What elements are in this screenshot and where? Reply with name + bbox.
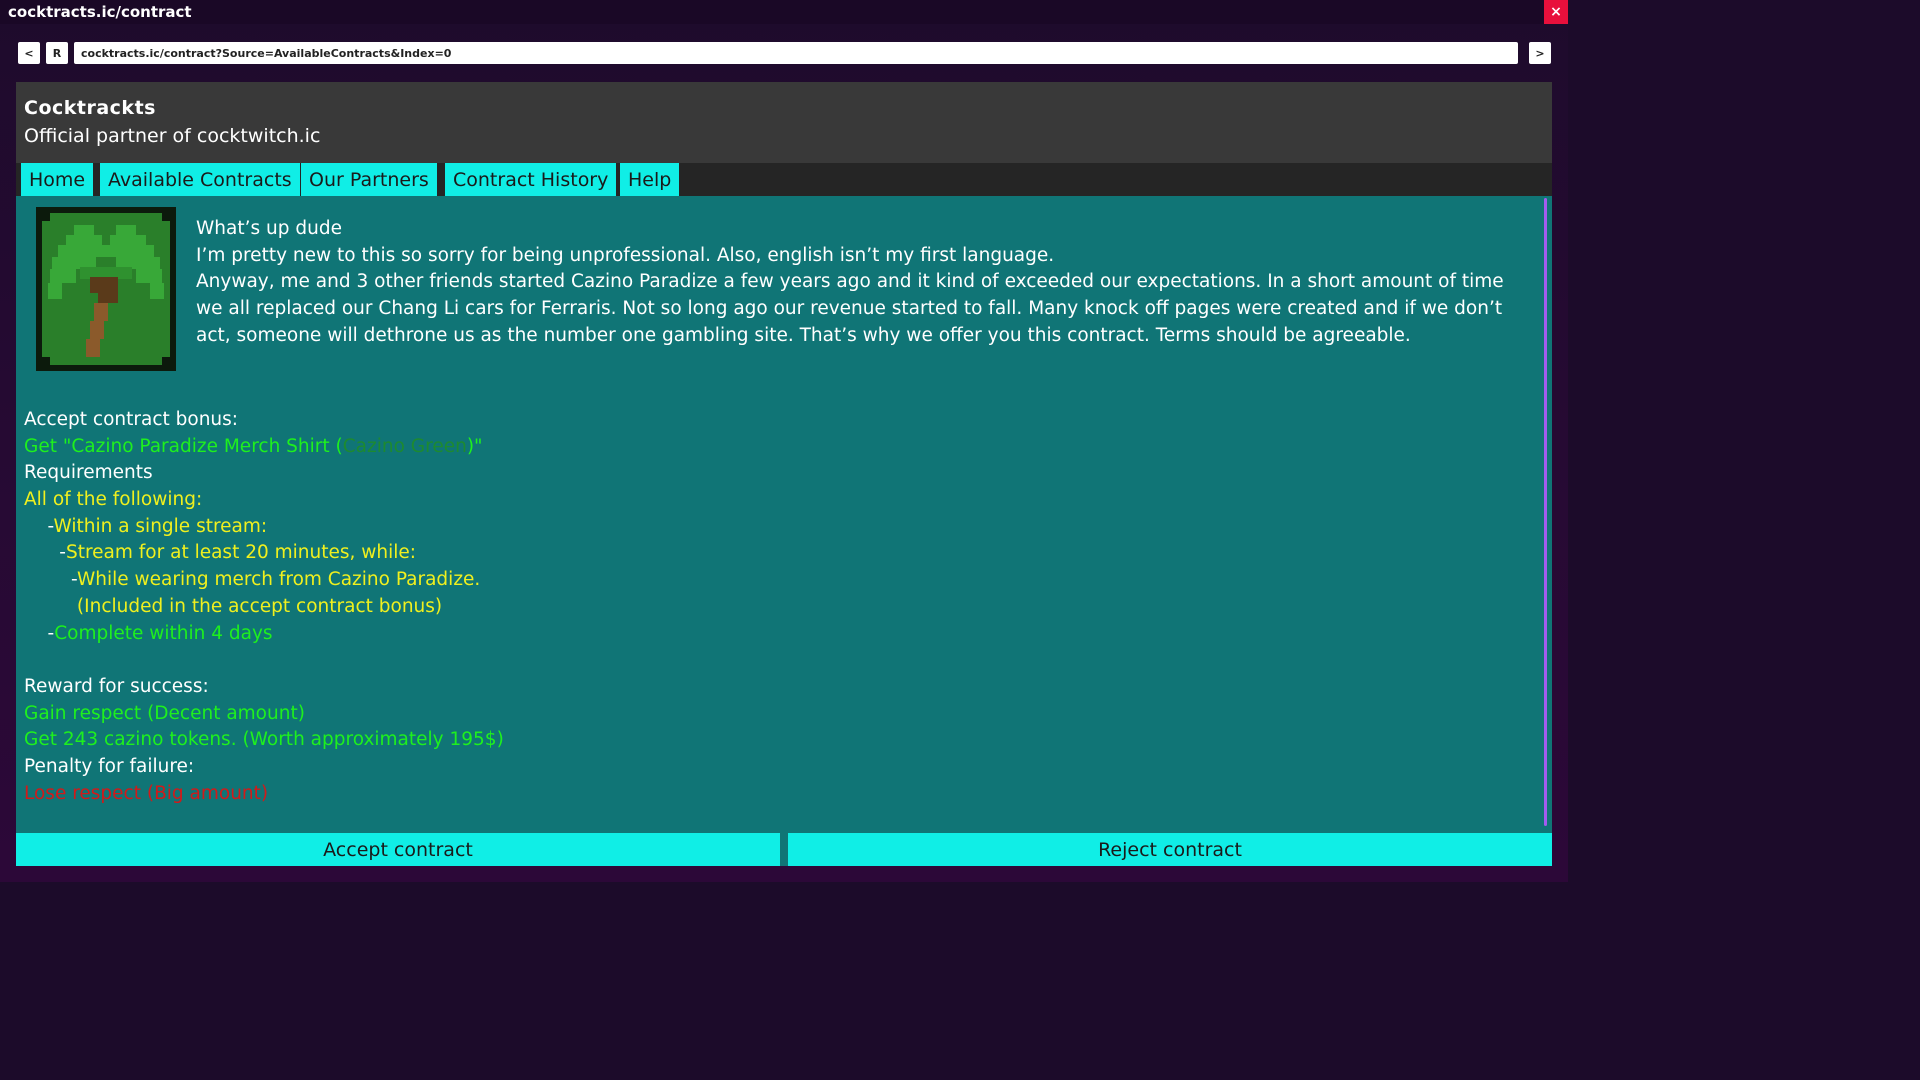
dash: - [24, 622, 55, 644]
close-icon: × [1550, 4, 1562, 20]
nav-help[interactable]: Help [620, 163, 680, 196]
back-button[interactable]: < [18, 42, 40, 64]
nav-contract-history[interactable]: Contract History [445, 163, 617, 196]
reject-contract-button[interactable]: Reject contract [788, 833, 1552, 866]
content-scrollbar[interactable] [1544, 198, 1547, 826]
contract-details: Accept contract bonus: Get "Cazino Parad… [24, 407, 1024, 807]
requirements-heading: Requirements [24, 462, 153, 484]
requirement-text: While wearing merch from Cazino Paradize… [76, 569, 481, 591]
bonus-suffix: )" [466, 435, 483, 457]
address-bar[interactable] [74, 42, 1518, 64]
forward-icon: > [1535, 46, 1545, 60]
requirement-text: Complete within 4 days [54, 622, 273, 644]
requirement-wear-merch: -While wearing merch from Cazino Paradiz… [24, 567, 1024, 594]
reload-icon: R [52, 46, 62, 60]
palm-tree-icon [36, 207, 176, 371]
bonus-item: Get "Cazino Paradize Merch Shirt (Cazino… [24, 434, 1024, 461]
window-title: cocktracts.ic/contract [8, 3, 192, 21]
forward-button[interactable]: > [1529, 42, 1551, 64]
requirement-merch-note: (Included in the accept contract bonus) [24, 595, 443, 617]
requirement-deadline: -Complete within 4 days [24, 621, 1024, 648]
accept-contract-button[interactable]: Accept contract [16, 833, 780, 866]
title-bar: cocktracts.ic/contract × [0, 0, 1568, 24]
browser-window: cocktracts.ic/contract × < R > Cocktrack… [0, 0, 1568, 882]
back-icon: < [24, 46, 34, 60]
site-title: Cocktrackts [24, 97, 156, 119]
nav-available-contracts[interactable]: Available Contracts [100, 163, 300, 196]
site-subtitle: Official partner of cocktwitch.ic [24, 125, 321, 147]
penalty-respect: Lose respect (Big amount) [24, 782, 269, 804]
requirement-stream-duration: -Stream for at least 20 minutes, while: [24, 540, 1024, 567]
contract-intro: What’s up dude I’m pretty new to this so… [196, 216, 1536, 350]
site-nav: Home Available Contracts Our Partners Co… [16, 163, 1552, 196]
requirement-text: Stream for at least 20 minutes, while: [65, 542, 417, 564]
requirement-text: Within a single stream: [53, 515, 268, 537]
close-button[interactable]: × [1544, 0, 1568, 24]
penalty-heading: Penalty for failure: [24, 755, 195, 777]
site-header: Cocktrackts Official partner of cocktwit… [16, 82, 1552, 163]
intro-greeting: What’s up dude [196, 218, 342, 239]
intro-apology: I’m pretty new to this so sorry for bein… [196, 244, 1055, 266]
dash: - [24, 515, 54, 537]
reward-respect: Gain respect (Decent amount) [24, 702, 305, 724]
requirement-all: All of the following: [24, 489, 203, 511]
reward-heading: Reward for success: [24, 675, 209, 697]
dash: - [24, 542, 66, 564]
nav-home[interactable]: Home [21, 163, 94, 196]
dash: - [24, 569, 77, 591]
intro-story: Anyway, me and 3 other friends started C… [196, 271, 1504, 346]
bonus-prefix: Get "Cazino Paradize Merch Shirt ( [24, 435, 343, 457]
contract-content: What’s up dude I’m pretty new to this so… [16, 196, 1542, 832]
web-page: Cocktrackts Official partner of cocktwit… [16, 82, 1552, 866]
nav-our-partners[interactable]: Our Partners [301, 163, 437, 196]
bonus-color-name: Cazino Green [342, 435, 467, 457]
reload-button[interactable]: R [46, 42, 68, 64]
bonus-heading: Accept contract bonus: [24, 409, 239, 430]
reward-tokens: Get 243 cazino tokens. (Worth approximat… [24, 729, 504, 751]
requirement-single-stream: -Within a single stream: [24, 514, 1024, 541]
